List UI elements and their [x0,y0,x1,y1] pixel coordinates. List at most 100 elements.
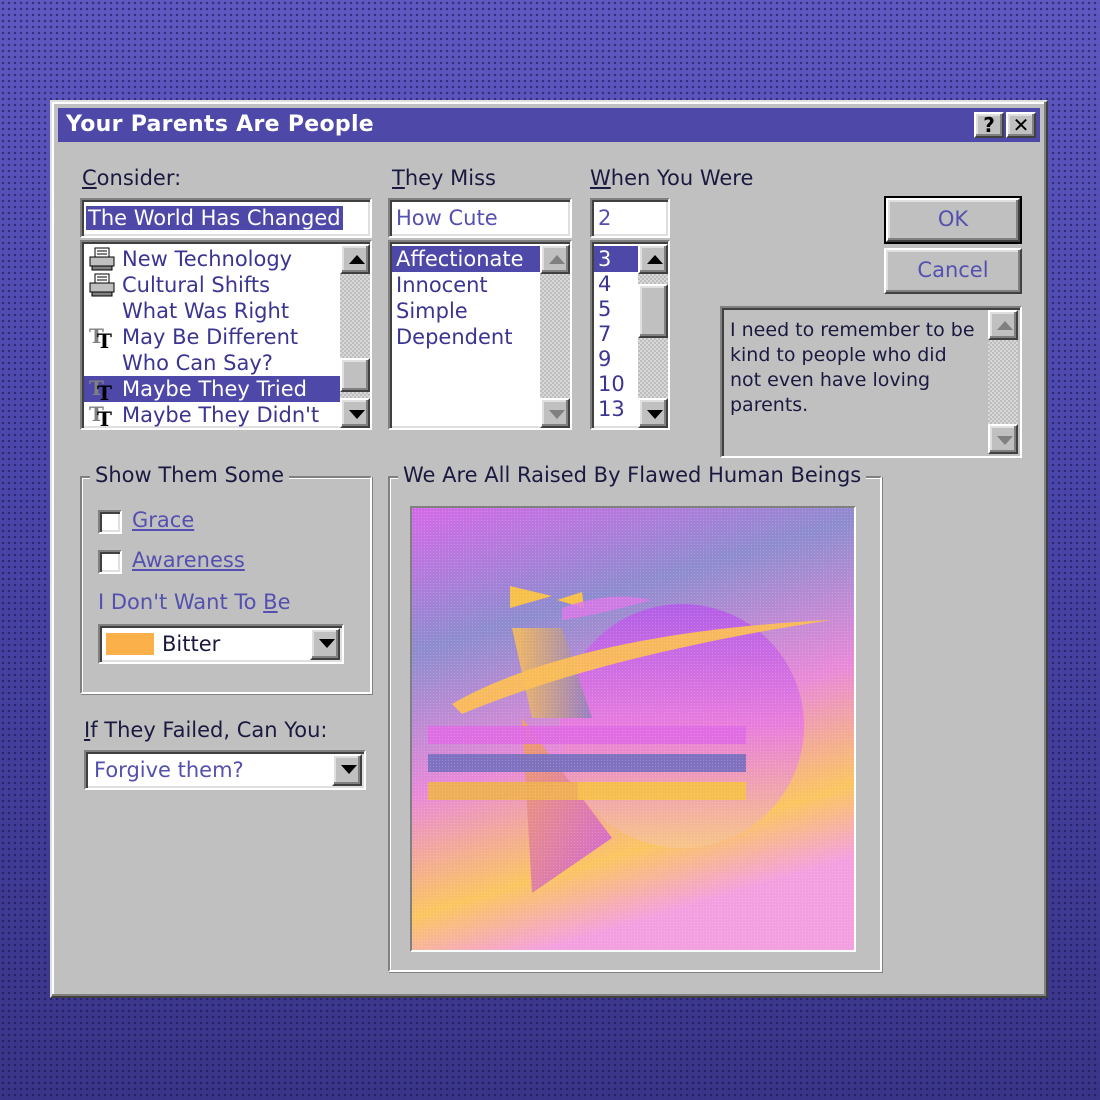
scroll-up-button[interactable] [340,244,370,274]
list-item-label: Cultural Shifts [122,273,271,297]
when-you-were-label: When You Were [590,166,754,190]
list-item[interactable]: T T May Be Different [84,324,340,353]
abstract-artwork [412,508,854,950]
preview-group: We Are All Raised By Flawed Human Beings [388,463,882,972]
arrow-down-icon [349,410,365,419]
consider-input[interactable]: The World Has Changed [80,198,372,238]
list-item[interactable]: Who Can Say? [84,350,340,376]
they-miss-listbox[interactable]: Affectionate Innocent Simple Dependent [388,240,572,430]
they-miss-scrollbar[interactable] [540,244,570,428]
list-item[interactable]: New Technology [84,246,340,272]
if-failed-label: If They Failed, Can You: [84,718,328,742]
awareness-label[interactable]: Awareness [132,548,245,572]
grace-label[interactable]: Grace [132,508,194,532]
arrow-down-icon [549,410,565,419]
note-text: I need to remember to be kind to people … [730,319,975,416]
scroll-up-button[interactable] [638,244,668,274]
grace-checkbox[interactable] [98,510,122,534]
list-item[interactable]: T T Maybe They Tried [84,376,340,405]
list-item[interactable]: 10 [594,371,638,397]
preview-legend: We Are All Raised By Flawed Human Beings [398,463,867,487]
scroll-down-button[interactable] [540,398,570,428]
arrow-down-icon [341,765,357,774]
arrow-up-icon [647,255,663,264]
printer-icon [88,247,116,271]
list-item-label: Dependent [396,325,513,349]
arrow-up-icon [997,321,1013,330]
svg-text:T: T [97,407,112,427]
scroll-down-button[interactable] [638,398,668,428]
dialog-window: Your Parents Are People ? ✕ Consider: Th… [50,100,1048,998]
bitter-dropdown[interactable]: Bitter [98,624,344,664]
list-item-label: 5 [598,297,612,321]
list-item[interactable]: What Was Right [84,298,340,324]
dont-want-label: I Don't Want To Be [98,590,291,614]
list-item[interactable]: 5 [594,296,638,322]
printer-icon [88,273,116,297]
consider-label: Consider: [82,166,182,190]
close-button[interactable]: ✕ [1006,112,1036,138]
scroll-down-button[interactable] [340,398,370,428]
when-you-were-input[interactable]: 2 [590,198,670,238]
list-item[interactable]: 4 [594,271,638,297]
list-item[interactable]: 13 [594,396,638,422]
cancel-button[interactable]: Cancel [884,248,1022,294]
consider-scrollbar[interactable] [340,244,370,428]
list-item-label: What Was Right [122,299,290,323]
help-button[interactable]: ? [974,112,1004,138]
list-item[interactable]: 9 [594,346,638,372]
note-scrollbar[interactable] [988,310,1018,454]
color-swatch [106,633,154,655]
list-item-label: 3 [598,247,612,271]
svg-text:T: T [97,329,112,349]
list-item[interactable]: Dependent [392,324,540,350]
list-item-label: 4 [598,272,612,296]
show-them-some-legend: Show Them Some [90,463,290,487]
list-item-label: 9 [598,347,612,371]
consider-listbox[interactable]: New Technology Cultural Shifts What Was Ri… [80,240,372,430]
list-item-label: Maybe They Tried [122,377,307,401]
consider-input-value: The World Has Changed [86,206,343,230]
svg-text:T: T [97,381,112,401]
list-item-label: Maybe They Didn't [122,403,320,427]
list-item-label: 10 [598,372,625,396]
note-box[interactable]: I need to remember to be kind to people … [720,306,1022,458]
list-item-label: Who Can Say? [122,351,273,375]
list-item[interactable]: 3 [594,246,638,272]
bitter-value: Bitter [162,632,221,656]
list-item[interactable]: 7 [594,321,638,347]
ok-button-frame[interactable]: OK [884,196,1022,244]
forgive-dropdown[interactable]: Forgive them? [84,750,366,790]
arrow-down-icon [997,436,1013,445]
dropdown-button[interactable] [310,628,340,660]
scroll-thumb[interactable] [638,284,668,338]
list-item-label: Innocent [396,273,488,297]
list-item[interactable]: Innocent [392,272,540,298]
preview-frame [410,506,856,952]
when-you-were-listbox[interactable]: 3 4 5 7 9 10 13 [590,240,670,430]
list-item-label: May Be Different [122,325,299,349]
list-item-label: 13 [598,397,625,421]
ok-button[interactable]: OK [886,198,1020,242]
they-miss-input[interactable]: How Cute [388,198,572,238]
list-item[interactable]: T T Maybe They Didn't [84,402,340,428]
truetype-font-icon: TT [88,402,116,428]
arrow-down-icon [647,410,663,419]
list-item[interactable]: Simple [392,298,540,324]
when-you-were-scrollbar[interactable] [638,244,668,428]
title-bar[interactable]: Your Parents Are People ? ✕ [58,108,1040,142]
list-item-label: New Technology [122,247,293,271]
show-them-some-group: Show Them Some Grace Awareness I Don't W… [80,463,372,694]
list-item[interactable]: Affectionate [392,246,540,272]
arrow-down-icon [319,639,335,648]
list-item[interactable]: Cultural Shifts [84,272,340,298]
scroll-thumb[interactable] [340,358,370,392]
scroll-up-button[interactable] [988,310,1018,340]
awareness-checkbox[interactable] [98,550,122,574]
scroll-up-button[interactable] [540,244,570,274]
forgive-value: Forgive them? [94,758,244,782]
list-item-label: Affectionate [396,247,524,271]
scroll-down-button[interactable] [988,424,1018,454]
window-title: Your Parents Are People [66,112,375,137]
dropdown-button[interactable] [332,754,362,786]
